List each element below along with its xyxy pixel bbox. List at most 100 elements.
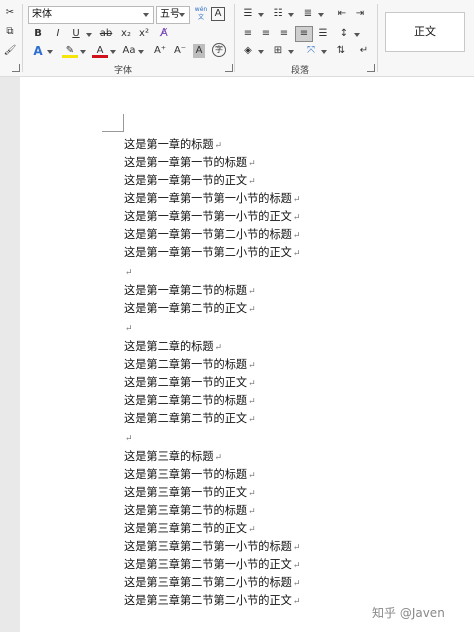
char-shading-button[interactable]: A bbox=[193, 44, 205, 58]
line-text: 这是第三章第一节的标题 bbox=[124, 468, 248, 481]
grow-font-button[interactable]: A⁺ bbox=[152, 44, 168, 58]
paragraph-mark-icon: ↵ bbox=[248, 177, 256, 187]
document-line[interactable]: 这是第三章第二节第二小节的标题↵ bbox=[124, 574, 300, 592]
document-line[interactable]: ↵ bbox=[124, 263, 133, 281]
change-case-button[interactable]: Aa bbox=[121, 44, 137, 58]
char-border-icon[interactable]: A bbox=[211, 7, 225, 21]
line-text: 这是第三章第二节的正文 bbox=[124, 522, 248, 535]
justify-icon[interactable]: ≡ bbox=[295, 26, 313, 42]
clear-format-icon[interactable]: A̸ bbox=[156, 26, 172, 40]
document-line[interactable]: 这是第三章第二节第二小节的正文↵ bbox=[124, 592, 300, 610]
align-right-icon[interactable]: ≡ bbox=[276, 27, 292, 41]
paragraph-mark-icon: ↵ bbox=[125, 434, 133, 444]
document-line[interactable]: 这是第一章第一节第一小节的正文↵ bbox=[124, 208, 300, 226]
numbering-dropdown-icon[interactable] bbox=[288, 13, 294, 17]
cut-icon[interactable]: ✂ bbox=[2, 6, 18, 20]
document-line[interactable]: 这是第一章第二节的正文↵ bbox=[124, 300, 256, 318]
bullets-dropdown-icon[interactable] bbox=[258, 13, 264, 17]
document-line[interactable]: 这是第一章第一节的标题↵ bbox=[124, 154, 256, 172]
document-line[interactable]: 这是第二章第一节的正文↵ bbox=[124, 374, 256, 392]
document-line[interactable]: 这是第三章第二节的标题↵ bbox=[124, 502, 256, 520]
paragraph-mark-icon: ↵ bbox=[292, 249, 301, 259]
document-line[interactable]: 这是第一章的标题↵ bbox=[124, 136, 222, 154]
document-line[interactable]: 这是第二章的标题↵ bbox=[124, 338, 222, 356]
document-line[interactable]: 这是第三章的标题↵ bbox=[124, 448, 222, 466]
font-name-select[interactable]: 宋体 bbox=[28, 6, 154, 24]
bold-button[interactable]: B bbox=[30, 27, 46, 41]
document-line[interactable]: 这是第三章第二节的正文↵ bbox=[124, 520, 256, 538]
document-line[interactable]: 这是第二章第二节的正文↵ bbox=[124, 410, 256, 428]
paragraph-mark-icon: ↵ bbox=[248, 305, 256, 315]
document-line[interactable]: 这是第一章第一节第一小节的标题↵ bbox=[124, 190, 300, 208]
strikethrough-button[interactable]: ab bbox=[98, 27, 114, 41]
style-normal-button[interactable]: 正文 bbox=[385, 12, 465, 52]
line-text: 这是第一章第一节第二小节的标题 bbox=[124, 228, 292, 241]
watermark: 知乎 @Javen bbox=[372, 606, 445, 620]
align-left-icon[interactable]: ≡ bbox=[240, 27, 256, 41]
clipboard-launcher-icon[interactable] bbox=[12, 64, 20, 72]
highlight-dropdown-icon[interactable] bbox=[80, 50, 86, 54]
paragraph-mark-icon: ↵ bbox=[292, 597, 301, 607]
text-effect-button[interactable]: A bbox=[30, 44, 46, 58]
document-line[interactable]: ↵ bbox=[124, 319, 133, 337]
superscript-button[interactable]: x² bbox=[136, 27, 152, 41]
underline-dropdown-icon[interactable] bbox=[86, 33, 92, 37]
change-case-dropdown-icon[interactable] bbox=[138, 50, 144, 54]
sort-icon[interactable]: ⇅ bbox=[333, 44, 349, 58]
underline-button[interactable]: U bbox=[68, 27, 84, 41]
paragraph-launcher-icon[interactable] bbox=[367, 64, 375, 72]
paragraph-mark-icon: ↵ bbox=[214, 141, 223, 151]
highlight-icon[interactable]: ✎ bbox=[62, 44, 78, 58]
document-line[interactable]: 这是第三章第一节的正文↵ bbox=[124, 484, 256, 502]
document-line[interactable]: 这是第三章第一节的标题↵ bbox=[124, 466, 256, 484]
italic-button[interactable]: I bbox=[50, 27, 66, 41]
subscript-button[interactable]: x₂ bbox=[118, 27, 134, 41]
document-line[interactable]: 这是第一章第一节第二小节的标题↵ bbox=[124, 226, 300, 244]
font-size-select[interactable]: 五号 bbox=[156, 6, 190, 24]
multilevel-list-icon[interactable]: ≣ bbox=[300, 7, 316, 21]
chinese-layout-dropdown-icon[interactable] bbox=[321, 50, 327, 54]
document-line[interactable]: 这是第二章第二节的标题↵ bbox=[124, 392, 256, 410]
numbering-icon[interactable]: ☷ bbox=[270, 7, 286, 21]
line-text: 这是第一章的标题 bbox=[124, 138, 214, 151]
document-line[interactable]: 这是第三章第二节第一小节的标题↵ bbox=[124, 538, 300, 556]
font-launcher-icon[interactable] bbox=[225, 64, 233, 72]
shading-dropdown-icon[interactable] bbox=[258, 50, 264, 54]
phonetic-guide-icon[interactable]: wén 文 bbox=[193, 6, 209, 21]
document-line[interactable]: 这是第一章第一节的正文↵ bbox=[124, 172, 256, 190]
document-line[interactable]: 这是第二章第一节的标题↵ bbox=[124, 356, 256, 374]
font-color-button[interactable]: A bbox=[92, 44, 108, 58]
align-center-icon[interactable]: ≡ bbox=[258, 27, 274, 41]
font-color-dropdown-icon[interactable] bbox=[110, 50, 116, 54]
paragraph-mark-icon: ↵ bbox=[292, 543, 301, 553]
decrease-indent-icon[interactable]: ⇤ bbox=[334, 7, 350, 21]
margin-corner-mark bbox=[102, 131, 124, 132]
text-effect-dropdown-icon[interactable] bbox=[47, 50, 53, 54]
distributed-icon[interactable]: ☰ bbox=[315, 27, 331, 41]
left-margin-area bbox=[0, 77, 20, 632]
document-line[interactable]: 这是第一章第一节第二小节的正文↵ bbox=[124, 244, 300, 262]
paragraph-mark-icon: ↵ bbox=[292, 213, 301, 223]
document-line[interactable]: 这是第三章第二节第一小节的正文↵ bbox=[124, 556, 300, 574]
format-painter-icon[interactable]: 🖌 bbox=[2, 44, 18, 58]
borders-dropdown-icon[interactable] bbox=[288, 50, 294, 54]
paragraph-mark-icon: ↵ bbox=[292, 231, 301, 241]
multilevel-dropdown-icon[interactable] bbox=[318, 13, 324, 17]
paragraph-mark-icon: ↵ bbox=[214, 453, 223, 463]
shading-icon[interactable]: ◈ bbox=[240, 44, 256, 58]
shrink-font-button[interactable]: A⁻ bbox=[172, 44, 188, 58]
show-marks-icon[interactable]: ↵ bbox=[356, 44, 372, 58]
line-text: 这是第二章第二节的标题 bbox=[124, 394, 248, 407]
paragraph-mark-icon: ↵ bbox=[125, 268, 133, 278]
document-line[interactable]: ↵ bbox=[124, 429, 133, 447]
bullets-icon[interactable]: ☰ bbox=[240, 7, 256, 21]
line-spacing-icon[interactable]: ↕ bbox=[336, 27, 352, 41]
document-line[interactable]: 这是第一章第二节的标题↵ bbox=[124, 282, 256, 300]
enclose-char-icon[interactable]: 字 bbox=[212, 43, 226, 57]
increase-indent-icon[interactable]: ⇥ bbox=[352, 7, 368, 21]
copy-icon[interactable]: ⧉ bbox=[2, 25, 18, 39]
chinese-layout-icon[interactable]: ⤧ bbox=[303, 44, 319, 58]
borders-icon[interactable]: ⊞ bbox=[270, 44, 286, 58]
ribbon: ✂ ⧉ 🖌 宋体 五号 wén 文 A B I U ab x₂ x² A̸ A ✎… bbox=[0, 0, 474, 77]
line-spacing-dropdown-icon[interactable] bbox=[354, 33, 360, 37]
